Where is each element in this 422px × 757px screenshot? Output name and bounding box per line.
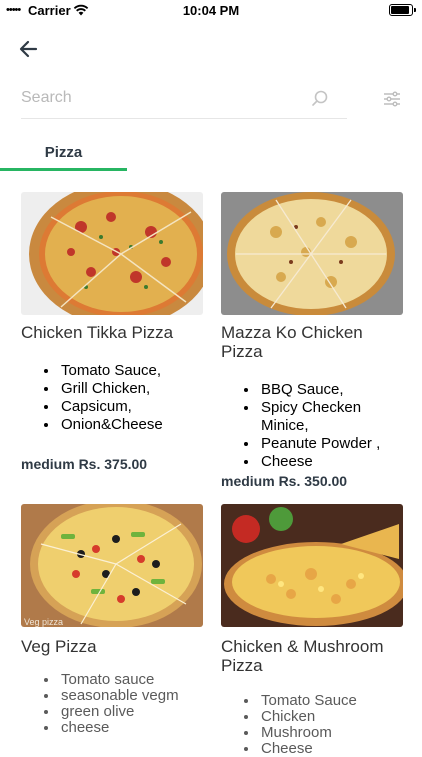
battery-icon [389,4,416,16]
card-price: medium Rs. 350.00 [221,473,348,489]
pizza-image [221,192,403,315]
ingredient-item: Tomato sauce [59,672,203,688]
search-icon[interactable] [311,89,329,107]
ingredient-list: Tomato sauce seasonable vegm green olive… [21,672,203,736]
ingredient-item: green olive [59,704,203,720]
status-time: 10:04 PM [182,3,240,18]
ingredient-list: BBQ Sauce, Spicy Checken Minice, Peanute… [221,381,403,471]
ingredient-item: Onion&Cheese [59,416,203,434]
arrow-left-icon [19,40,38,58]
card-title: Chicken Tikka Pizza [21,323,174,342]
pizza-image [21,504,203,627]
menu-card-chicken-tikka-pizza[interactable]: Chicken Tikka Pizza Tomato Sauce, Grill … [21,192,203,472]
card-price: medium Rs. 375.00 [21,456,148,472]
ingredient-item: Tomato Sauce [259,693,403,709]
card-title: Veg Pizza [21,637,97,656]
ingredient-item: Peanute Powder , [259,435,403,453]
filter-sliders-icon[interactable] [382,89,402,109]
pizza-image [21,192,203,315]
ingredient-item: Mushroom [259,725,403,741]
category-tab-bar: Pizza [0,140,422,172]
ingredient-list: Tomato Sauce, Grill Chicken, Capsicum, O… [21,362,203,434]
ingredient-item: Cheese [259,741,403,757]
card-title: Mazza Ko Chicken Pizza [221,323,363,361]
ingredient-item: Tomato Sauce, [59,362,203,380]
ingredient-list: Tomato Sauce Chicken Mushroom Cheese [221,693,403,757]
pizza-image [221,504,403,627]
ingredient-item: Cheese [259,453,403,471]
ingredient-item: cheese [59,720,203,736]
search-input[interactable] [21,86,301,110]
menu-card-mazza-ko-chicken-pizza[interactable]: Mazza Ko Chicken Pizza BBQ Sauce, Spicy … [221,192,403,489]
image-caption: Veg pizza [24,617,64,627]
menu-card-chicken-mushroom-pizza[interactable]: Chicken & Mushroom Pizza Tomato Sauce Ch… [221,504,403,757]
ingredient-item: Grill Chicken, [59,380,203,398]
ingredient-item: seasonable vegm [59,688,203,704]
back-button[interactable] [14,36,44,62]
status-bar: ••••• Carrier 10:04 PM [0,0,422,22]
tab-indicator [0,168,127,171]
menu-card-veg-pizza[interactable]: Veg pizza Veg Pizza Tomato sauce seasona… [21,504,203,736]
ingredient-item: BBQ Sauce, [259,381,403,399]
ingredient-item: Spicy Checken Minice, [259,399,403,435]
search-bar [21,80,347,119]
ingredient-item: Capsicum, [59,398,203,416]
card-title: Chicken & Mushroom Pizza [221,637,384,675]
ingredient-item: Chicken [259,709,403,725]
